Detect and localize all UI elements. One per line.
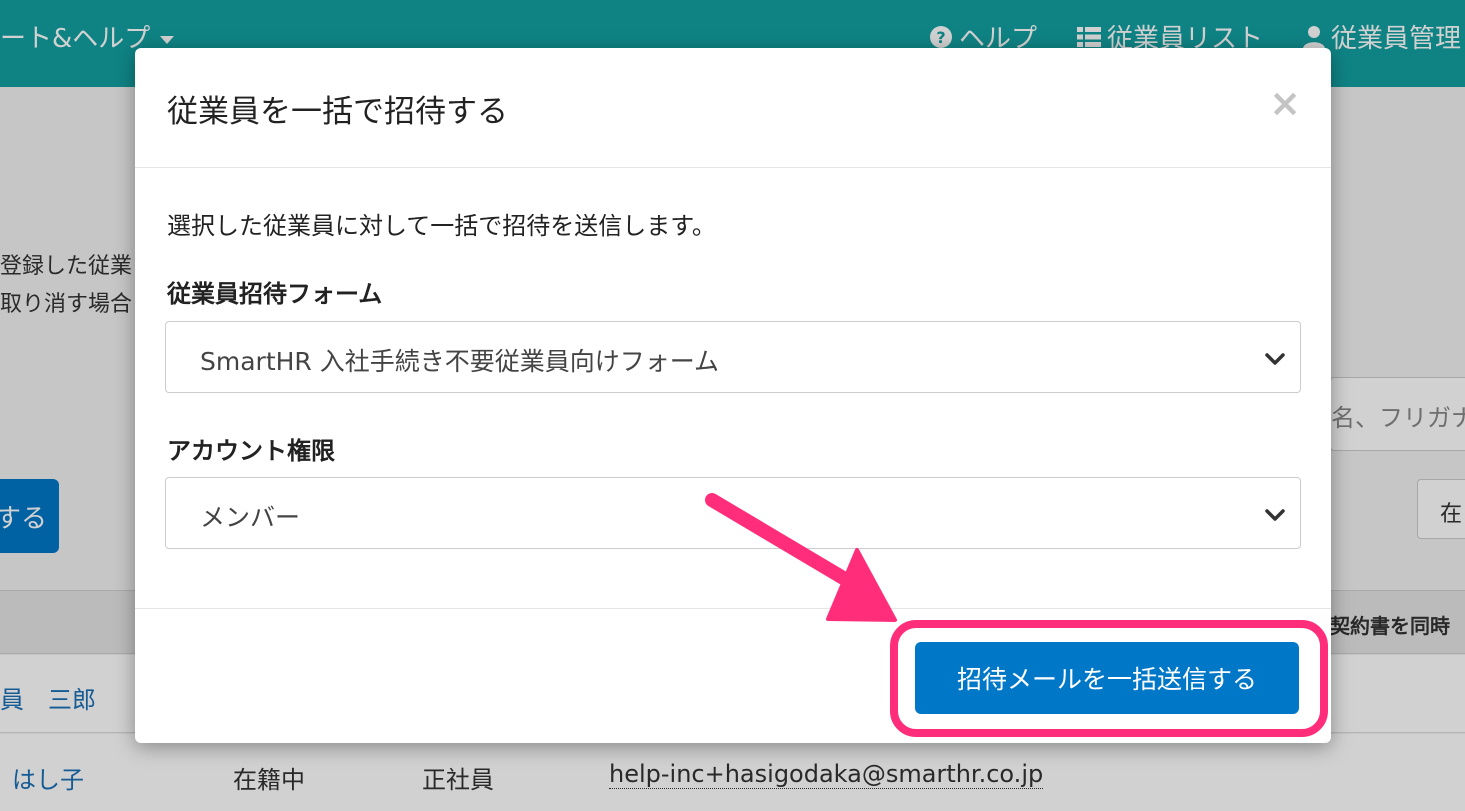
invite-form-label: 従業員招待フォーム (167, 280, 383, 308)
modal-footer-divider (135, 608, 1331, 609)
account-role-select-value: メンバー (200, 503, 301, 532)
highlight-ring (890, 620, 1328, 737)
invite-form-select-value: SmartHR 入社手続き不要従業員向けフォーム (200, 347, 719, 376)
chevron-down-icon (1265, 353, 1285, 365)
modal-title: 従業員を一括で招待する (167, 94, 508, 130)
invite-form-select[interactable]: SmartHR 入社手続き不要従業員向けフォーム (165, 321, 1301, 393)
modal-header: 従業員を一括で招待する × (135, 48, 1331, 168)
account-role-select[interactable]: メンバー (165, 477, 1301, 549)
modal-description: 選択した従業員に対して一括で招待を送信します。 (167, 212, 716, 240)
account-role-label: アカウント権限 (167, 437, 335, 465)
chevron-down-icon (1265, 509, 1285, 521)
close-icon[interactable]: × (1269, 84, 1301, 122)
